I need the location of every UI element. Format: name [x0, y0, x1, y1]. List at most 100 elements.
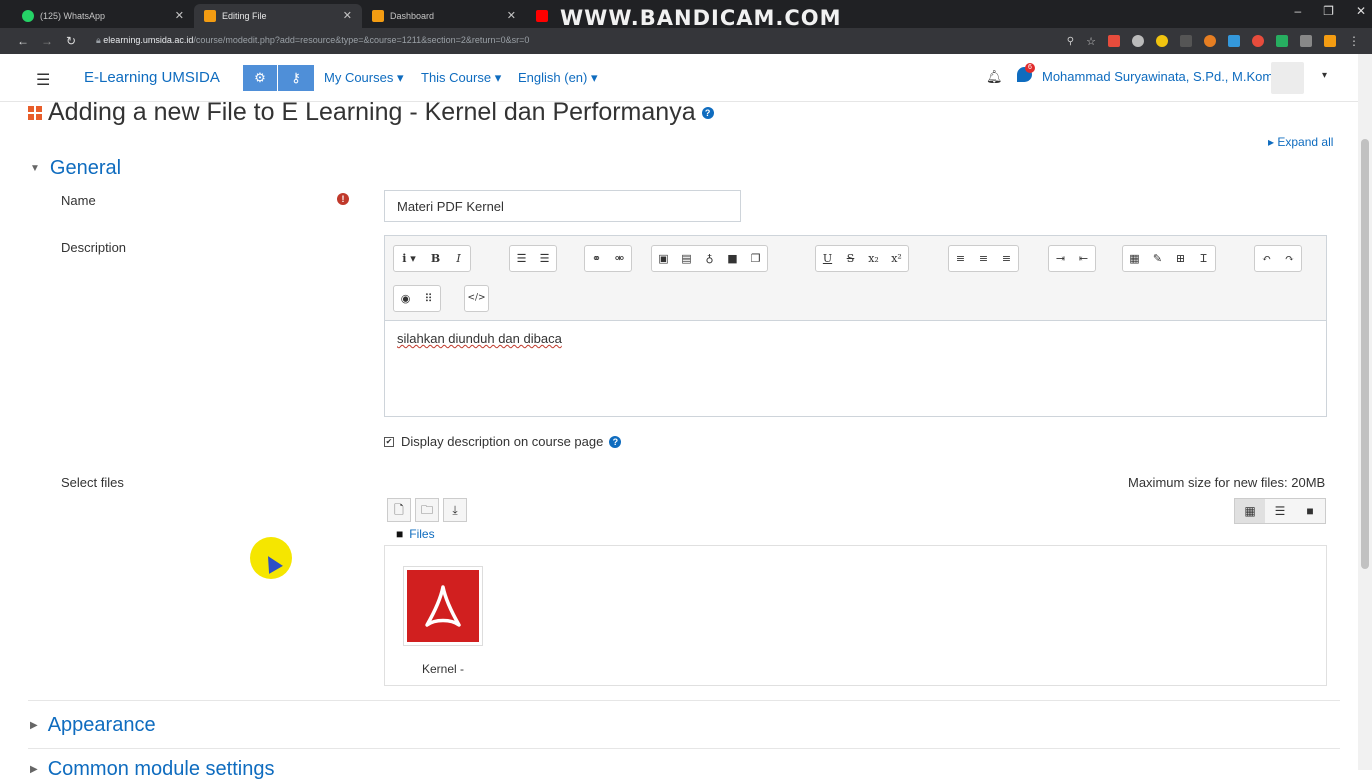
ordered-list-icon[interactable]: ☰ — [533, 246, 556, 271]
microphone-icon[interactable]: ♁ — [698, 246, 721, 271]
maximize-icon[interactable]: ❐ — [1323, 4, 1334, 18]
superscript-icon[interactable]: x² — [885, 246, 908, 271]
message-count-badge: 6 — [1025, 63, 1035, 73]
more-icon[interactable]: ⋮ — [1348, 34, 1360, 48]
manage-files-icon[interactable]: ❐ — [744, 246, 767, 271]
zoom-icon[interactable]: ⚲ — [1067, 36, 1074, 47]
align-left-icon[interactable]: ≡ — [949, 246, 972, 271]
align-right-icon[interactable]: ≡ — [995, 246, 1018, 271]
whatsapp-icon — [22, 10, 34, 22]
extension-icon[interactable] — [1276, 35, 1288, 47]
moodle-icon — [204, 10, 216, 22]
name-field[interactable]: Materi PDF Kernel — [384, 190, 741, 222]
unordered-list-icon[interactable]: ☰ — [510, 246, 533, 271]
toolbar-group-html: </> — [464, 285, 489, 312]
clear-format-icon[interactable]: Ɪ — [1192, 246, 1215, 271]
folder-view-icon[interactable]: ■ — [1295, 499, 1325, 523]
add-file-icon[interactable]: 🗋︎ — [387, 498, 411, 522]
section-divider — [28, 748, 1340, 749]
forward-icon[interactable]: → — [38, 34, 56, 48]
menu-this-course[interactable]: This Course ▾ — [421, 70, 501, 86]
tab-dashboard[interactable]: Dashboard ✕ — [362, 4, 526, 28]
file-item[interactable]: Kernel - — [403, 566, 483, 676]
tab-editing-file[interactable]: Editing File ✕ — [194, 4, 362, 28]
bold-icon[interactable]: B — [424, 246, 447, 271]
link-icon[interactable]: ⚭ — [585, 246, 608, 271]
create-folder-icon[interactable]: 🗀︎ — [415, 498, 439, 522]
file-drop-area[interactable]: Kernel - — [384, 545, 1327, 686]
html-source-icon[interactable]: </> — [465, 286, 488, 311]
file-name: Kernel - — [421, 662, 465, 676]
redo-icon[interactable]: ↷ — [1278, 246, 1301, 271]
extension-icon[interactable] — [1228, 35, 1240, 47]
close-icon[interactable]: ✕ — [175, 9, 184, 22]
indent-icon[interactable]: ⇥ — [1049, 246, 1072, 271]
section-general[interactable]: ▼ General — [30, 157, 121, 180]
extension-icon[interactable] — [1108, 35, 1120, 47]
breadcrumb[interactable]: ■ Files — [396, 527, 435, 541]
close-window-icon[interactable]: ✕ — [1356, 4, 1366, 18]
underline-icon[interactable]: U — [816, 246, 839, 271]
align-center-icon[interactable]: ≡ — [972, 246, 995, 271]
media-icon[interactable]: ▤ — [675, 246, 698, 271]
site-brand[interactable]: E-Learning UMSIDA — [84, 69, 220, 86]
back-icon[interactable]: ← — [14, 34, 32, 48]
recording-watermark: WWW.BANDICAM.COM — [560, 6, 842, 30]
menu-my-courses[interactable]: My Courses ▾ — [324, 70, 404, 86]
special-char-icon[interactable]: ✎ — [1146, 246, 1169, 271]
download-icon[interactable]: ⤓ — [443, 498, 467, 522]
outdent-icon[interactable]: ⇤ — [1072, 246, 1095, 271]
list-view-icon[interactable]: ☰ — [1265, 499, 1295, 523]
extension-icon[interactable] — [1204, 35, 1216, 47]
paragraph-style-icon[interactable]: i ▾ — [394, 246, 424, 271]
section-appearance[interactable]: ▶ Appearance — [30, 714, 156, 737]
extension-icon[interactable] — [1180, 35, 1192, 47]
user-name[interactable]: Mohammad Suryawinata, S.Pd., M.Kom — [1042, 69, 1273, 84]
url-field[interactable]: 🔒︎ elearning.umsida.ac.id/course/modedit… — [96, 35, 529, 46]
toolbar-group-lists: ☰ ☰ — [509, 245, 557, 272]
equation-icon[interactable]: ▦ — [1123, 246, 1146, 271]
menu-language[interactable]: English (en) ▾ — [518, 70, 598, 86]
italic-icon[interactable]: I — [447, 246, 470, 271]
help-icon[interactable]: ? — [701, 106, 714, 119]
page-scrollbar[interactable] — [1358, 54, 1372, 770]
checkbox-checked-icon[interactable]: ✔ — [384, 436, 394, 447]
toolbar-group-align: ≡ ≡ ≡ — [948, 245, 1019, 272]
close-icon[interactable]: ✕ — [507, 9, 516, 22]
description-editor: i ▾ B I ☰ ☰ ⚭ ⚮ ▣ ▤ ♁ ■ ❐ U S x₂ x² ≡ ≡ … — [384, 235, 1327, 417]
menu-icon[interactable]: ☰ — [36, 70, 50, 90]
help-icon[interactable]: ? — [609, 435, 622, 448]
unlink-icon[interactable]: ⚮ — [608, 246, 631, 271]
admin-gear-button[interactable]: ⚙ — [243, 65, 277, 91]
extension-icon[interactable] — [1132, 35, 1144, 47]
extension-icon[interactable] — [1324, 35, 1336, 47]
extension-icon[interactable] — [1156, 35, 1168, 47]
avatar[interactable] — [1271, 62, 1304, 94]
close-icon[interactable]: ✕ — [343, 9, 352, 22]
display-description-checkbox[interactable]: ✔ Display description on course page ? — [384, 434, 622, 449]
expand-all-link[interactable]: ▸ Expand all — [1268, 135, 1333, 149]
bell-icon[interactable]: 🔔︎ — [986, 69, 1003, 85]
moodle-icon — [372, 10, 384, 22]
strikethrough-icon[interactable]: S — [839, 246, 862, 271]
editor-content[interactable]: silahkan diunduh dan dibaca — [385, 321, 1326, 356]
reload-icon[interactable]: ↻ — [62, 34, 80, 48]
table-icon[interactable]: ⊞ — [1169, 246, 1192, 271]
minimize-icon[interactable]: – — [1294, 4, 1301, 18]
scrollbar-thumb[interactable] — [1361, 139, 1369, 569]
key-button[interactable]: ⚷ — [278, 65, 314, 91]
extension-icon[interactable] — [1252, 35, 1264, 47]
chevron-down-icon[interactable]: ▾ — [1322, 70, 1327, 81]
star-icon[interactable]: ☆ — [1086, 35, 1096, 48]
tab-whatsapp[interactable]: (125) WhatsApp ✕ — [12, 4, 194, 28]
subscript-icon[interactable]: x₂ — [862, 246, 885, 271]
video-icon[interactable]: ■ — [721, 246, 744, 271]
accessibility-icon[interactable]: ◉ — [394, 286, 417, 311]
extension-icon[interactable] — [1300, 35, 1312, 47]
screenreader-icon[interactable]: ⠿ — [417, 286, 440, 311]
toolbar-group-links: ⚭ ⚮ — [584, 245, 632, 272]
required-icon: ! — [337, 193, 349, 205]
grid-view-icon[interactable]: ▦ — [1235, 499, 1265, 523]
image-icon[interactable]: ▣ — [652, 246, 675, 271]
undo-icon[interactable]: ↶ — [1255, 246, 1278, 271]
